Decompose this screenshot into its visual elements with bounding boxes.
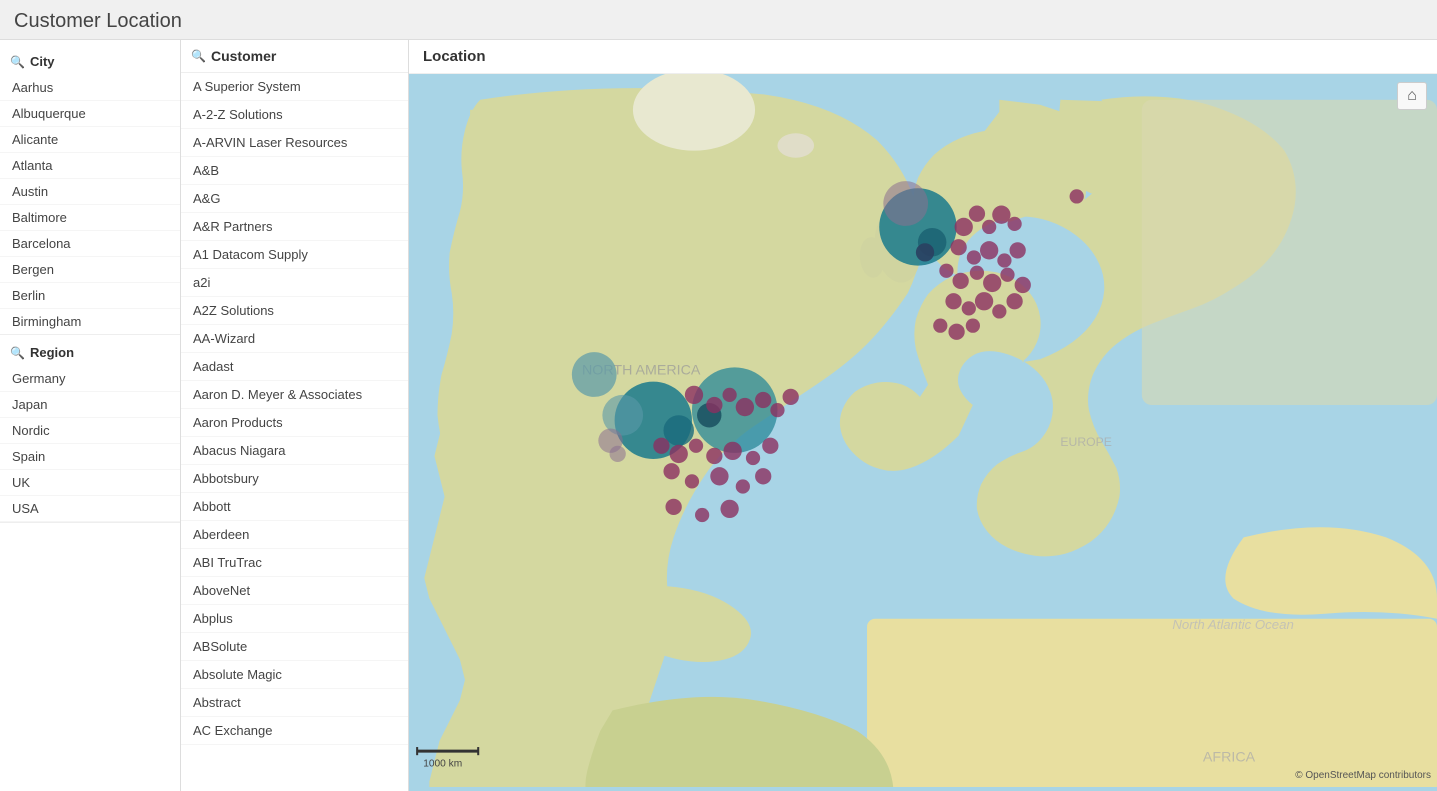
region-list-item[interactable]: UK (0, 470, 180, 496)
svg-text:AFRICA: AFRICA (1203, 749, 1256, 765)
city-list-item[interactable]: Bergen (0, 257, 180, 283)
customer-list-item[interactable]: a2i (181, 269, 408, 297)
customer-list-item[interactable]: A-2-Z Solutions (181, 101, 408, 129)
customer-header: 🔍 Customer (181, 40, 408, 73)
customer-search-icon: 🔍 (191, 49, 206, 63)
customer-list[interactable]: A Superior SystemA-2-Z SolutionsA-ARVIN … (181, 73, 408, 791)
region-list-item[interactable]: Japan (0, 392, 180, 418)
left-filter-panel: 🔍 City AarhusAlbuquerqueAlicanteAtlantaA… (0, 40, 181, 791)
customer-label: Customer (211, 48, 276, 64)
home-button[interactable]: ⌂ (1397, 82, 1427, 110)
city-list-item[interactable]: Aarhus (0, 75, 180, 101)
customer-list-item[interactable]: ABI TruTrac (181, 549, 408, 577)
city-list-item[interactable]: Barcelona (0, 231, 180, 257)
region-filter-label: Region (30, 345, 74, 360)
customer-list-item[interactable]: ABSolute (181, 633, 408, 661)
svg-text:North Atlantic Ocean: North Atlantic Ocean (1172, 617, 1293, 632)
region-search-icon: 🔍 (10, 346, 25, 360)
customer-list-item[interactable]: A Superior System (181, 73, 408, 101)
customer-list-item[interactable]: AC Exchange (181, 717, 408, 745)
region-list-item[interactable]: Nordic (0, 418, 180, 444)
city-list-item[interactable]: Albuquerque (0, 101, 180, 127)
customer-list-item[interactable]: Abacus Niagara (181, 437, 408, 465)
city-filter-section: 🔍 City AarhusAlbuquerqueAlicanteAtlantaA… (0, 40, 180, 335)
osm-credit-text: © OpenStreetMap contributors (1295, 770, 1431, 781)
location-header: Location (409, 40, 1437, 74)
customer-panel: 🔍 Customer A Superior SystemA-2-Z Soluti… (181, 40, 409, 791)
customer-list-item[interactable]: Aaron Products (181, 409, 408, 437)
city-list-item[interactable]: Baltimore (0, 205, 180, 231)
customer-list-item[interactable]: Abbotsbury (181, 465, 408, 493)
map-container: NORTH AMERICA EUROPE North Atlantic Ocea… (409, 74, 1437, 787)
map-panel: Location (409, 40, 1437, 791)
customer-list-item[interactable]: Abplus (181, 605, 408, 633)
customer-list-item[interactable]: AA-Wizard (181, 325, 408, 353)
page-title: Customer Location (0, 0, 1437, 40)
svg-text:1000 km: 1000 km (423, 758, 462, 769)
city-list-item[interactable]: Atlanta (0, 153, 180, 179)
customer-list-item[interactable]: A1 Datacom Supply (181, 241, 408, 269)
customer-list-item[interactable]: Aberdeen (181, 521, 408, 549)
city-filter-label: City (30, 54, 55, 69)
region-list-item[interactable]: USA (0, 496, 180, 522)
map-svg: NORTH AMERICA EUROPE North Atlantic Ocea… (409, 74, 1437, 787)
customer-list-item[interactable]: Aadast (181, 353, 408, 381)
city-filter-header: 🔍 City (0, 48, 180, 75)
customer-list-item[interactable]: Aaron D. Meyer & Associates (181, 381, 408, 409)
customer-list-item[interactable]: A-ARVIN Laser Resources (181, 129, 408, 157)
customer-list-item[interactable]: Abstract (181, 689, 408, 717)
customer-list-item[interactable]: A&G (181, 185, 408, 213)
customer-list-item[interactable]: AboveNet (181, 577, 408, 605)
svg-text:EUROPE: EUROPE (1060, 435, 1112, 449)
region-filter-section: 🔍 Region GermanyJapanNordicSpainUKUSA (0, 335, 180, 523)
region-filter-header: 🔍 Region (0, 339, 180, 366)
customer-list-item[interactable]: Abbott (181, 493, 408, 521)
region-filter-list[interactable]: GermanyJapanNordicSpainUKUSA (0, 366, 180, 523)
customer-list-item[interactable]: A&R Partners (181, 213, 408, 241)
home-icon: ⌂ (1407, 87, 1417, 105)
city-search-icon: 🔍 (10, 55, 25, 69)
region-list-item[interactable]: Spain (0, 444, 180, 470)
city-filter-list[interactable]: AarhusAlbuquerqueAlicanteAtlantaAustinBa… (0, 75, 180, 335)
customer-list-item[interactable]: Absolute Magic (181, 661, 408, 689)
city-list-item[interactable]: Birmingham (0, 309, 180, 335)
city-list-item[interactable]: Alicante (0, 127, 180, 153)
city-list-item[interactable]: Berlin (0, 283, 180, 309)
region-list-item[interactable]: Germany (0, 366, 180, 392)
city-list-item[interactable]: Austin (0, 179, 180, 205)
osm-credit: © OpenStreetMap contributors (1295, 770, 1431, 781)
customer-list-item[interactable]: A&B (181, 157, 408, 185)
customer-list-item[interactable]: A2Z Solutions (181, 297, 408, 325)
